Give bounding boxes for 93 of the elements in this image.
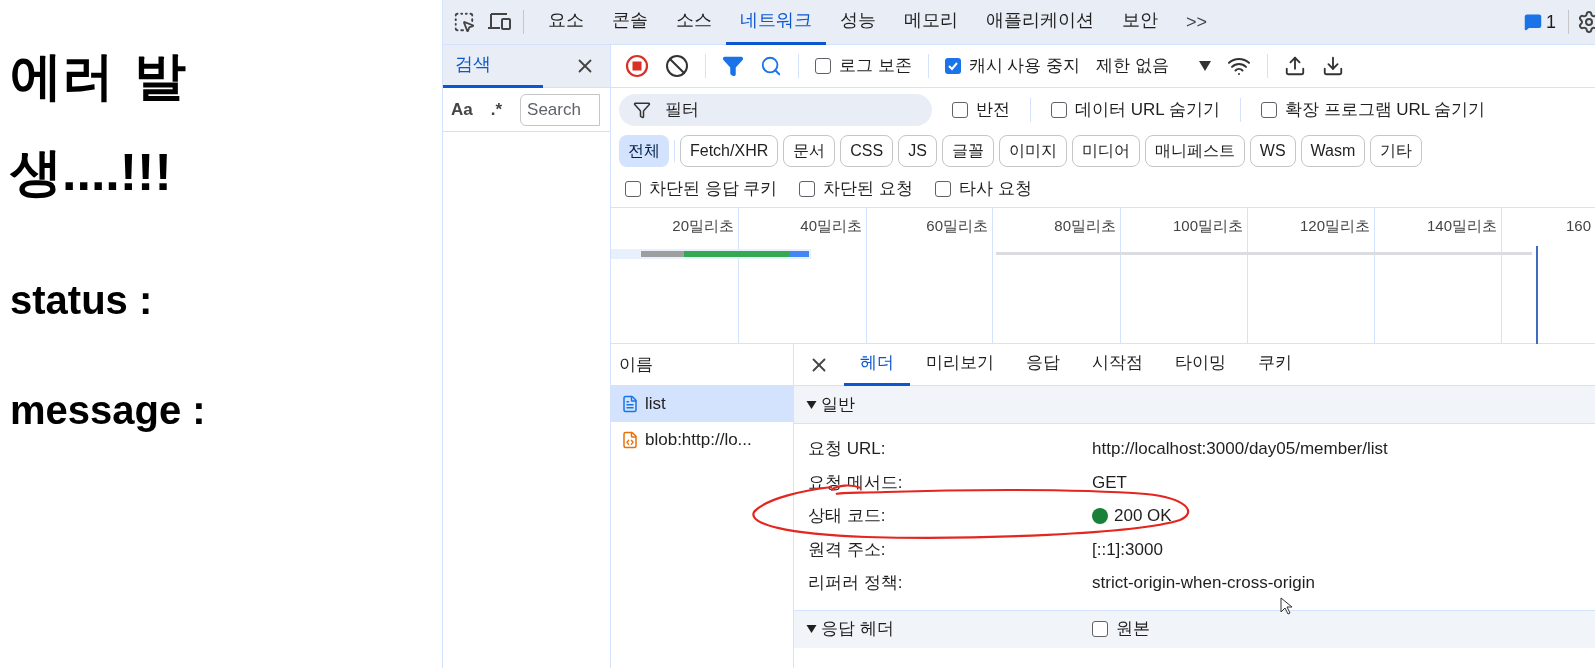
request-row[interactable]: blob:http://lo... <box>611 422 793 458</box>
match-case-toggle[interactable]: Aa <box>451 96 473 123</box>
checkbox[interactable] <box>935 180 952 197</box>
header-value: 200 OK <box>1114 505 1172 527</box>
header-value: [::1]:3000 <box>1092 538 1163 561</box>
inspect-icon[interactable] <box>453 11 475 33</box>
checkbox[interactable] <box>952 102 968 118</box>
checkbox[interactable] <box>944 58 961 74</box>
code-file-icon <box>621 431 639 449</box>
filter-field[interactable]: 필터 <box>619 94 932 126</box>
section-title[interactable]: 응답 헤더 <box>821 616 894 642</box>
filter-option-checkbox[interactable]: 확장 프로그램 URL 숨기기 <box>1260 97 1486 123</box>
request-row[interactable]: list <box>611 386 793 422</box>
details-tab[interactable]: 응답 <box>1010 343 1076 386</box>
upload-icon[interactable] <box>1283 55 1306 77</box>
type-filter-chip[interactable]: WS <box>1249 135 1296 167</box>
search-input[interactable]: Search <box>520 93 601 126</box>
filter-icon <box>633 101 651 119</box>
header-name: 리퍼러 정책: <box>808 572 904 594</box>
field-label: status : <box>10 277 154 325</box>
type-filter-chip[interactable]: JS <box>898 135 937 167</box>
devtools-tab[interactable]: 요소 <box>534 0 598 45</box>
type-filter-chip[interactable]: Fetch/XHR <box>680 135 779 167</box>
record-stop-icon[interactable] <box>625 54 649 78</box>
expand-triangle-icon[interactable] <box>806 624 817 634</box>
request-name: list <box>645 393 666 416</box>
filter-option-checkbox[interactable]: 데이터 URL 숨기기 <box>1051 97 1220 123</box>
settings-icon[interactable] <box>1577 10 1595 34</box>
more-tabs-button[interactable]: >> <box>1172 8 1222 36</box>
error-heading: 에러 발생....!!! <box>10 46 188 204</box>
dropdown-arrow-icon <box>1198 61 1211 71</box>
type-filter-chip[interactable]: Wasm <box>1300 135 1366 167</box>
header-value: http://localhost:3000/day05/member/list <box>1092 438 1388 460</box>
timeline-tick-label: 20밀리초 <box>672 217 734 234</box>
type-filter-chip[interactable]: 매니페스트 <box>1144 135 1245 167</box>
devtools-tab[interactable]: 소스 <box>662 0 726 45</box>
devtools-tab[interactable]: 애플리케이션 <box>972 0 1108 45</box>
devtools-tab[interactable]: 보안 <box>1108 0 1172 45</box>
regex-toggle[interactable]: .* <box>490 96 503 123</box>
details-tab[interactable]: 미리보기 <box>910 343 1010 386</box>
search-icon[interactable] <box>760 55 782 77</box>
header-value: strict-origin-when-cross-origin <box>1092 572 1315 594</box>
expand-triangle-icon[interactable] <box>806 399 817 410</box>
request-name: blob:http://lo... <box>645 429 752 452</box>
clear-icon[interactable] <box>665 54 689 78</box>
devtools-tab[interactable]: 네트워크 <box>726 0 826 45</box>
checkbox[interactable] <box>1051 102 1067 118</box>
details-tab[interactable]: 타이밍 <box>1159 343 1242 386</box>
header-value: GET <box>1092 471 1127 494</box>
type-filter-chip[interactable]: 전체 <box>619 135 669 167</box>
timeline-tick-label: 160 <box>1565 217 1591 234</box>
type-filter-chip[interactable]: CSS <box>840 135 894 167</box>
type-filter-chip[interactable]: 미디어 <box>1071 135 1140 167</box>
issues-button[interactable]: 1 <box>1524 8 1556 36</box>
header-name: 상태 코드: <box>808 505 887 527</box>
disable-cache-checkbox[interactable]: 캐시 사용 중지 <box>944 53 1081 79</box>
download-icon[interactable] <box>1321 55 1344 77</box>
section-title[interactable]: 일반 <box>821 391 855 418</box>
filter-option-checkbox[interactable]: 반전 <box>952 97 1010 123</box>
filter-icon[interactable] <box>722 55 744 77</box>
checkbox[interactable] <box>1092 621 1108 637</box>
document-icon <box>621 395 639 413</box>
device-toolbar-icon[interactable] <box>487 11 513 33</box>
type-filter-chip[interactable]: 기타 <box>1370 135 1423 167</box>
checkbox[interactable] <box>625 180 641 197</box>
type-filter-chip[interactable]: 글꼴 <box>941 135 994 167</box>
checkbox[interactable] <box>815 58 831 74</box>
timeline-tick-label: 60밀리초 <box>926 217 988 234</box>
raw-headers-checkbox[interactable]: 원본 <box>1092 616 1150 642</box>
details-tab[interactable]: 시작점 <box>1076 343 1159 386</box>
timeline-tick-label: 40밀리초 <box>800 217 862 234</box>
type-filter-chip[interactable]: 문서 <box>783 135 836 167</box>
devtools-tab[interactable]: 메모리 <box>890 0 972 45</box>
mouse-cursor-icon <box>1280 597 1292 615</box>
type-filter-chip[interactable]: 이미지 <box>998 135 1067 167</box>
request-filter-checkbox[interactable]: 차단된 요청 <box>799 175 914 202</box>
details-tab[interactable]: 쿠키 <box>1242 343 1308 386</box>
devtools-tab[interactable]: 콘솔 <box>598 0 662 45</box>
timeline-tick-label: 140밀리초 <box>1426 217 1497 234</box>
timeline-tick-label: 80밀리초 <box>1054 217 1116 234</box>
timeline-tick-label: 120밀리초 <box>1299 217 1370 234</box>
checkbox[interactable] <box>799 180 816 197</box>
preserve-log-checkbox[interactable]: 로그 보존 <box>815 53 912 79</box>
timeline-tick-label: 100밀리초 <box>1172 217 1243 234</box>
message-icon <box>1524 13 1542 31</box>
throttling-dropdown[interactable]: 제한 없음 <box>1096 53 1211 79</box>
request-filter-checkbox[interactable]: 차단된 응답 쿠키 <box>625 175 778 202</box>
request-filter-checkbox[interactable]: 타사 요청 <box>935 175 1032 202</box>
header-name: 원격 주소: <box>808 538 887 561</box>
checkbox[interactable] <box>1260 102 1277 118</box>
field-label: message : <box>10 387 207 435</box>
devtools-tab[interactable]: 성능 <box>826 0 890 45</box>
header-name: 요청 URL: <box>808 438 887 460</box>
